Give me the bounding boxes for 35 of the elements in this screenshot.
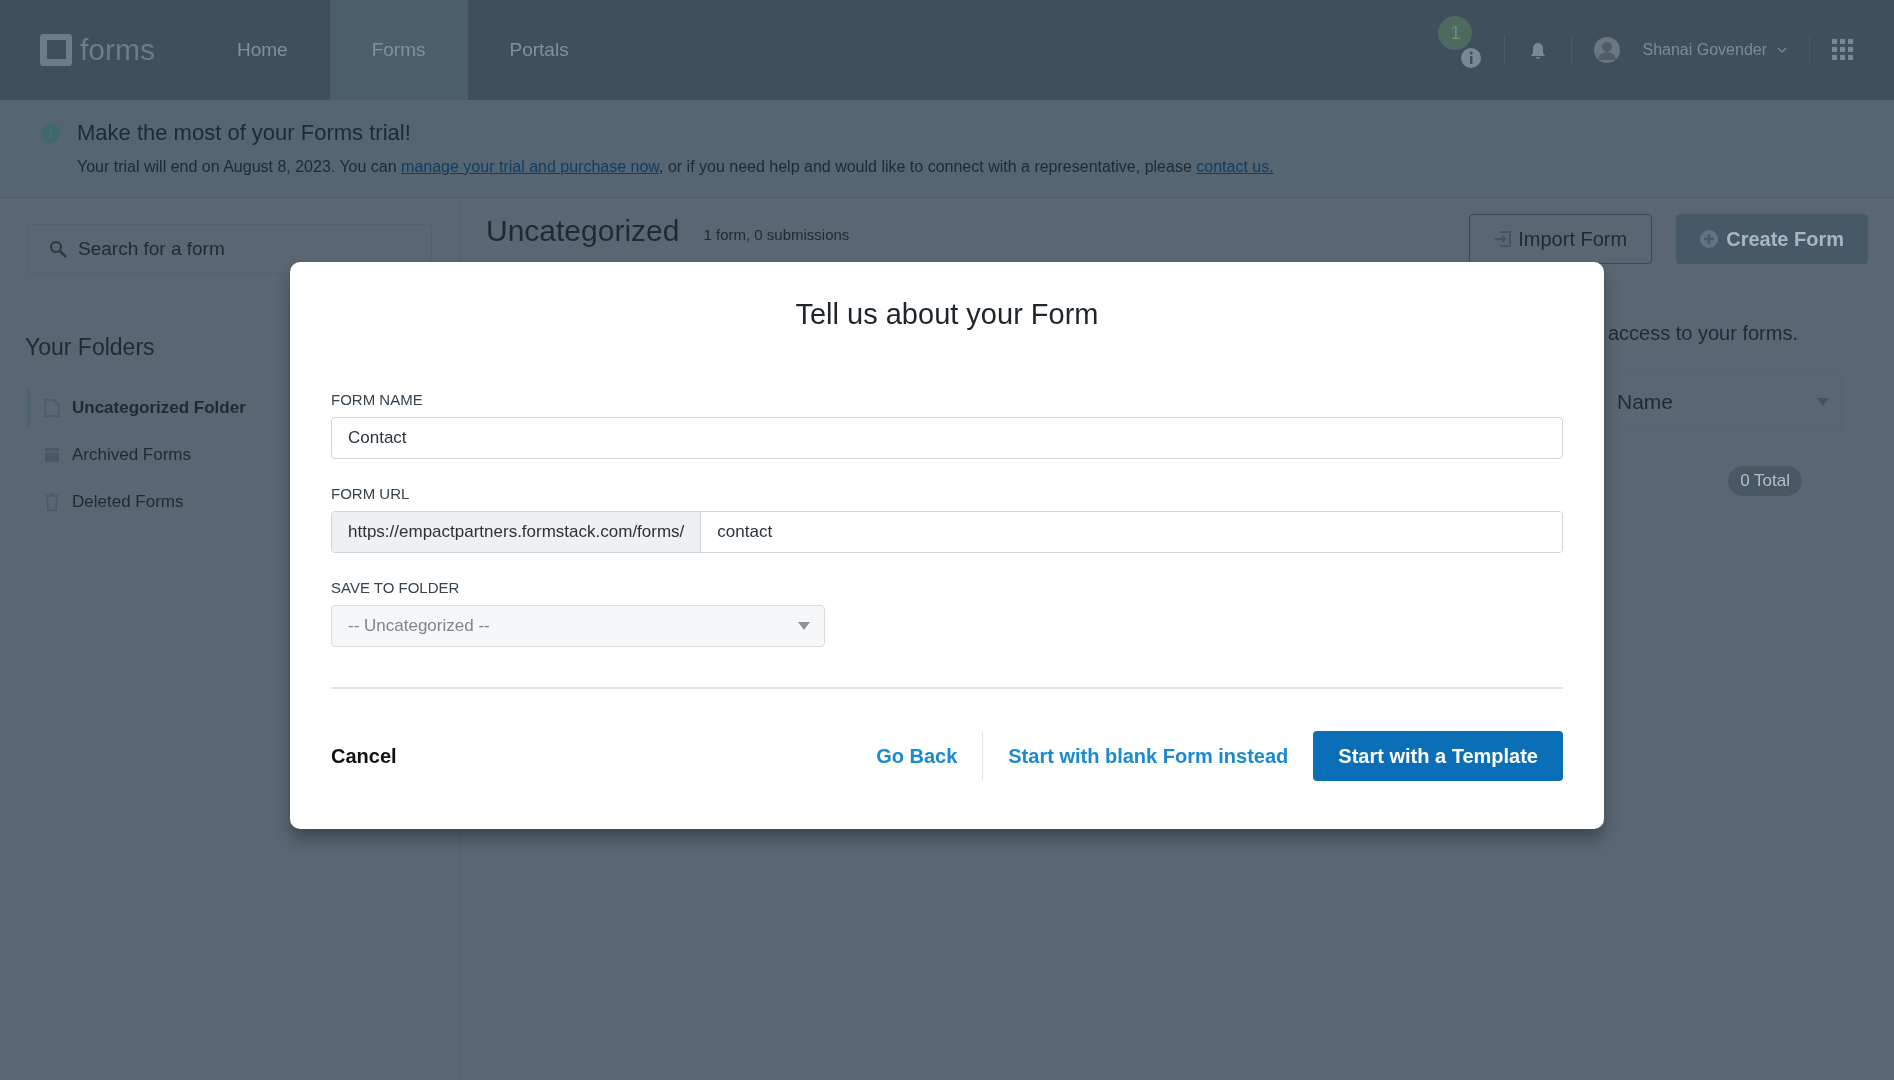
nav-tab[interactable]: Portals [467, 0, 611, 100]
template-button[interactable]: Start with a Template [1313, 731, 1563, 781]
info-icon [40, 122, 61, 144]
search-icon [49, 240, 67, 258]
chevron-icon[interactable] [1777, 47, 1787, 53]
go-back-button[interactable]: Go Back [851, 744, 983, 768]
cancel-button[interactable]: Cancel [331, 744, 397, 768]
field-label: FORM URL [331, 485, 411, 502]
field-label: SAVE TO FOLDER [331, 579, 461, 596]
banner-title: Make the most of your Forms trial! [77, 120, 411, 146]
create-form-button[interactable]: Create Form [1676, 214, 1868, 264]
field-label: FORM NAME [331, 391, 424, 408]
contact-link[interactable]: contact us. [1196, 158, 1274, 175]
folder-stats: 1 form, 0 submissions [703, 226, 850, 243]
banner-text: Your trial will end on August 8, 2023. You can manage your trial and purchase now, or if you need help and would like to connect with a representative, please contact us. [77, 158, 1275, 176]
plus-icon [1700, 230, 1719, 248]
input-field[interactable]: Contact [331, 417, 1563, 459]
total-badge: 0 Total [1728, 466, 1802, 496]
manage-trial-link[interactable]: manage your trial and purchase now [401, 158, 660, 175]
modal-title: Tell us about your Form [794, 298, 1100, 331]
url-field[interactable]: https://empactpartners.formstack.com/forms/ contact [331, 511, 1563, 553]
user-name[interactable]: Shanai Govender [1642, 41, 1767, 59]
apps-grid-icon[interactable] [1832, 39, 1854, 61]
sort-select[interactable]: Name [1602, 373, 1842, 431]
nav-tab[interactable]: Home [195, 0, 330, 100]
folders-heading: Your Folders [25, 334, 156, 361]
access-text: access to your forms. [1607, 322, 1798, 345]
folder-title: Uncategorized [486, 214, 680, 248]
avatar-icon[interactable] [1594, 37, 1621, 63]
url-prefix: https://empactpartners.formstack.com/forms/ [332, 512, 702, 552]
caret-icon [798, 622, 810, 630]
blank-form-button[interactable]: Start with blank Form instead [983, 744, 1314, 768]
info-icon[interactable] [1460, 47, 1483, 69]
search-field[interactable]: Search for a form [27, 224, 432, 274]
logo-icon [40, 34, 72, 66]
